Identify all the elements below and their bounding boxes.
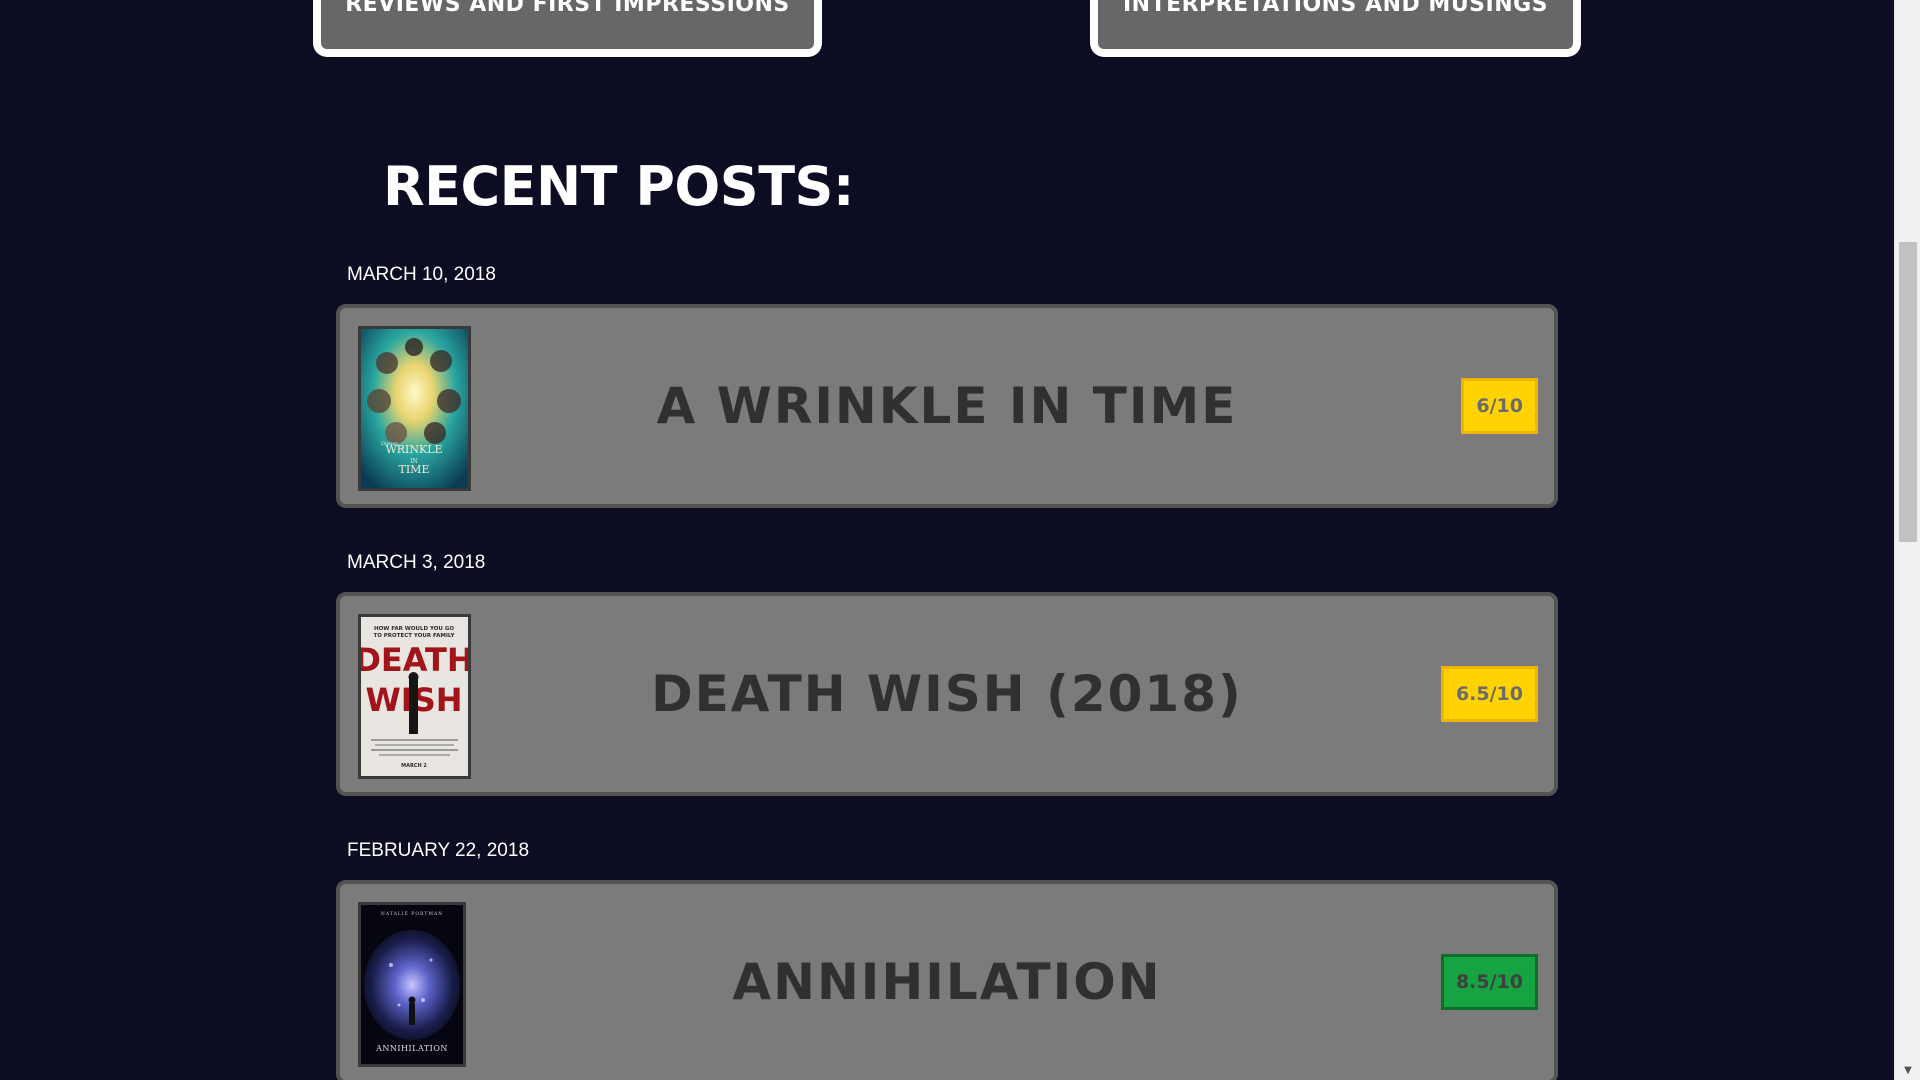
post-title[interactable]: Annihilation: [480, 884, 1414, 1080]
post-item: FEBRUARY 22, 2018 NATALIE PORTMAN ANNIHI…: [336, 840, 1558, 1080]
svg-text:Disney: Disney: [381, 441, 398, 447]
category-label: Interpretations and Musings: [1122, 0, 1549, 17]
svg-text:TIME: TIME: [399, 463, 430, 476]
post-item: MARCH 3, 2018 HOW FAR WOULD YOU GO TO PR…: [336, 552, 1558, 796]
poster-art: HOW FAR WOULD YOU GO TO PROTECT YOUR FAM…: [361, 617, 468, 776]
post-item: MARCH 10, 2018 WRINKLE IN TIME Disney A …: [336, 264, 1558, 508]
score-badge: 6.5/10: [1440, 666, 1538, 722]
recent-posts-heading: Recent Posts:: [383, 155, 855, 218]
svg-text:NATALIE PORTMAN: NATALIE PORTMAN: [381, 911, 443, 917]
category-card-interpretations[interactable]: Interpretations and Musings: [1090, 0, 1581, 57]
post-card[interactable]: HOW FAR WOULD YOU GO TO PROTECT YOUR FAM…: [336, 592, 1558, 796]
post-card[interactable]: NATALIE PORTMAN ANNIHILATION Annihilatio…: [336, 880, 1558, 1080]
post-card[interactable]: WRINKLE IN TIME Disney A Wrinkle in Time…: [336, 304, 1558, 508]
post-title[interactable]: A Wrinkle in Time: [480, 308, 1414, 504]
death-wish-poster[interactable]: HOW FAR WOULD YOU GO TO PROTECT YOUR FAM…: [358, 614, 471, 779]
svg-text:ANNIHILATION: ANNIHILATION: [375, 1044, 448, 1053]
post-title[interactable]: Death Wish (2018): [480, 596, 1414, 792]
svg-text:MARCH 2: MARCH 2: [401, 763, 427, 769]
category-label: Reviews and First Impressions: [345, 0, 790, 17]
page: Reviews and First Impressions Interpreta…: [0, 0, 1920, 1080]
poster-art: NATALIE PORTMAN ANNIHILATION: [361, 905, 463, 1064]
svg-text:HOW FAR WOULD YOU GO: HOW FAR WOULD YOU GO: [374, 626, 454, 632]
score-badge: 6/10: [1461, 378, 1538, 434]
poster-art: WRINKLE IN TIME Disney: [361, 329, 468, 488]
score-badge: 8.5/10: [1440, 954, 1538, 1010]
post-date: FEBRUARY 22, 2018: [347, 840, 530, 861]
svg-text:TO PROTECT YOUR FAMILY: TO PROTECT YOUR FAMILY: [373, 633, 455, 639]
scrollbar-thumb[interactable]: [1899, 242, 1917, 542]
a-wrinkle-in-time-poster[interactable]: WRINKLE IN TIME Disney: [358, 326, 471, 491]
post-date: MARCH 10, 2018: [347, 264, 496, 285]
post-date: MARCH 3, 2018: [347, 552, 486, 573]
category-card-reviews[interactable]: Reviews and First Impressions: [313, 0, 822, 57]
scroll-down-arrow-icon[interactable]: ▼: [1895, 1060, 1920, 1080]
vertical-scrollbar[interactable]: ▼: [1894, 0, 1920, 1080]
annihilation-poster[interactable]: NATALIE PORTMAN ANNIHILATION: [358, 902, 466, 1067]
